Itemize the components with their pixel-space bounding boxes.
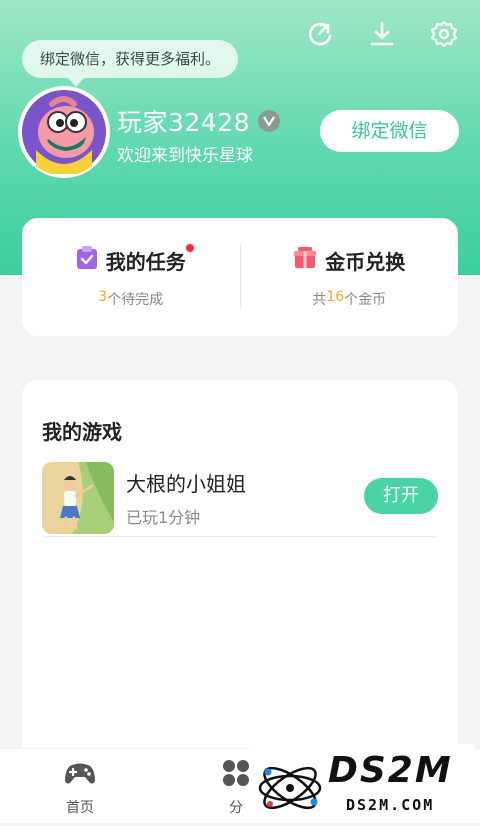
game-name: 大根的小姐姐	[126, 472, 246, 496]
watermark-logo-text: DS2M	[328, 750, 453, 791]
coins-text: 共 16 个金币	[312, 289, 386, 309]
notification-dot	[185, 243, 194, 252]
username-row: 玩家32428	[117, 103, 281, 139]
coins-suffix: 个金币	[344, 291, 387, 308]
username: 玩家32428	[117, 108, 251, 137]
coin-exchange-label: 金币兑换	[325, 249, 406, 274]
share-icon[interactable]	[304, 18, 336, 50]
my-tasks-entry[interactable]: 我的任务 3 个待完成	[22, 218, 240, 336]
welcome-text: 欢迎来到快乐星球	[117, 146, 253, 166]
task-checklist-icon	[76, 246, 98, 274]
gift-shop-icon	[293, 246, 317, 274]
gamepad-icon	[64, 759, 96, 791]
avatar[interactable]	[20, 88, 108, 176]
bind-wechat-button[interactable]: 绑定微信	[320, 110, 459, 152]
my-tasks-label: 我的任务	[105, 249, 186, 274]
coins-count: 16	[326, 288, 345, 305]
my-games-card: 我的游戏 大根的小姐姐 已玩1分钟 打开	[22, 380, 458, 800]
open-game-button[interactable]: 打开	[364, 478, 438, 514]
download-icon[interactable]	[366, 18, 398, 50]
bind-wechat-tooltip: 绑定微信，获得更多福利。	[22, 40, 239, 87]
game-list-item[interactable]: 大根的小姐姐 已玩1分钟 打开	[42, 460, 438, 537]
category-icon	[222, 759, 250, 791]
settings-icon[interactable]	[428, 18, 460, 50]
coins-prefix: 共	[312, 291, 327, 308]
tab-home-label: 首页	[66, 800, 94, 816]
my-games-title: 我的游戏	[42, 420, 122, 444]
ds2m-watermark: DS2M DS2M.COM	[250, 744, 475, 822]
vip-badge-icon[interactable]	[258, 110, 281, 132]
tasks-card: 我的任务 3 个待完成 金币兑换 共 16 个金币	[22, 218, 458, 336]
top-toolbar	[304, 18, 460, 50]
pending-suffix: 个待完成	[107, 291, 164, 308]
game-thumbnail[interactable]	[42, 462, 114, 534]
coin-exchange-entry[interactable]: 金币兑换 共 16 个金币	[241, 218, 459, 336]
watermark-url-text: DS2M.COM	[346, 796, 435, 814]
tab-home[interactable]: 首页	[20, 749, 140, 823]
pending-count: 3	[98, 288, 108, 305]
game-playtime: 已玩1分钟	[126, 508, 201, 527]
pending-tasks-text: 3 个待完成	[98, 289, 163, 309]
tab-category-label: 分	[229, 800, 243, 816]
